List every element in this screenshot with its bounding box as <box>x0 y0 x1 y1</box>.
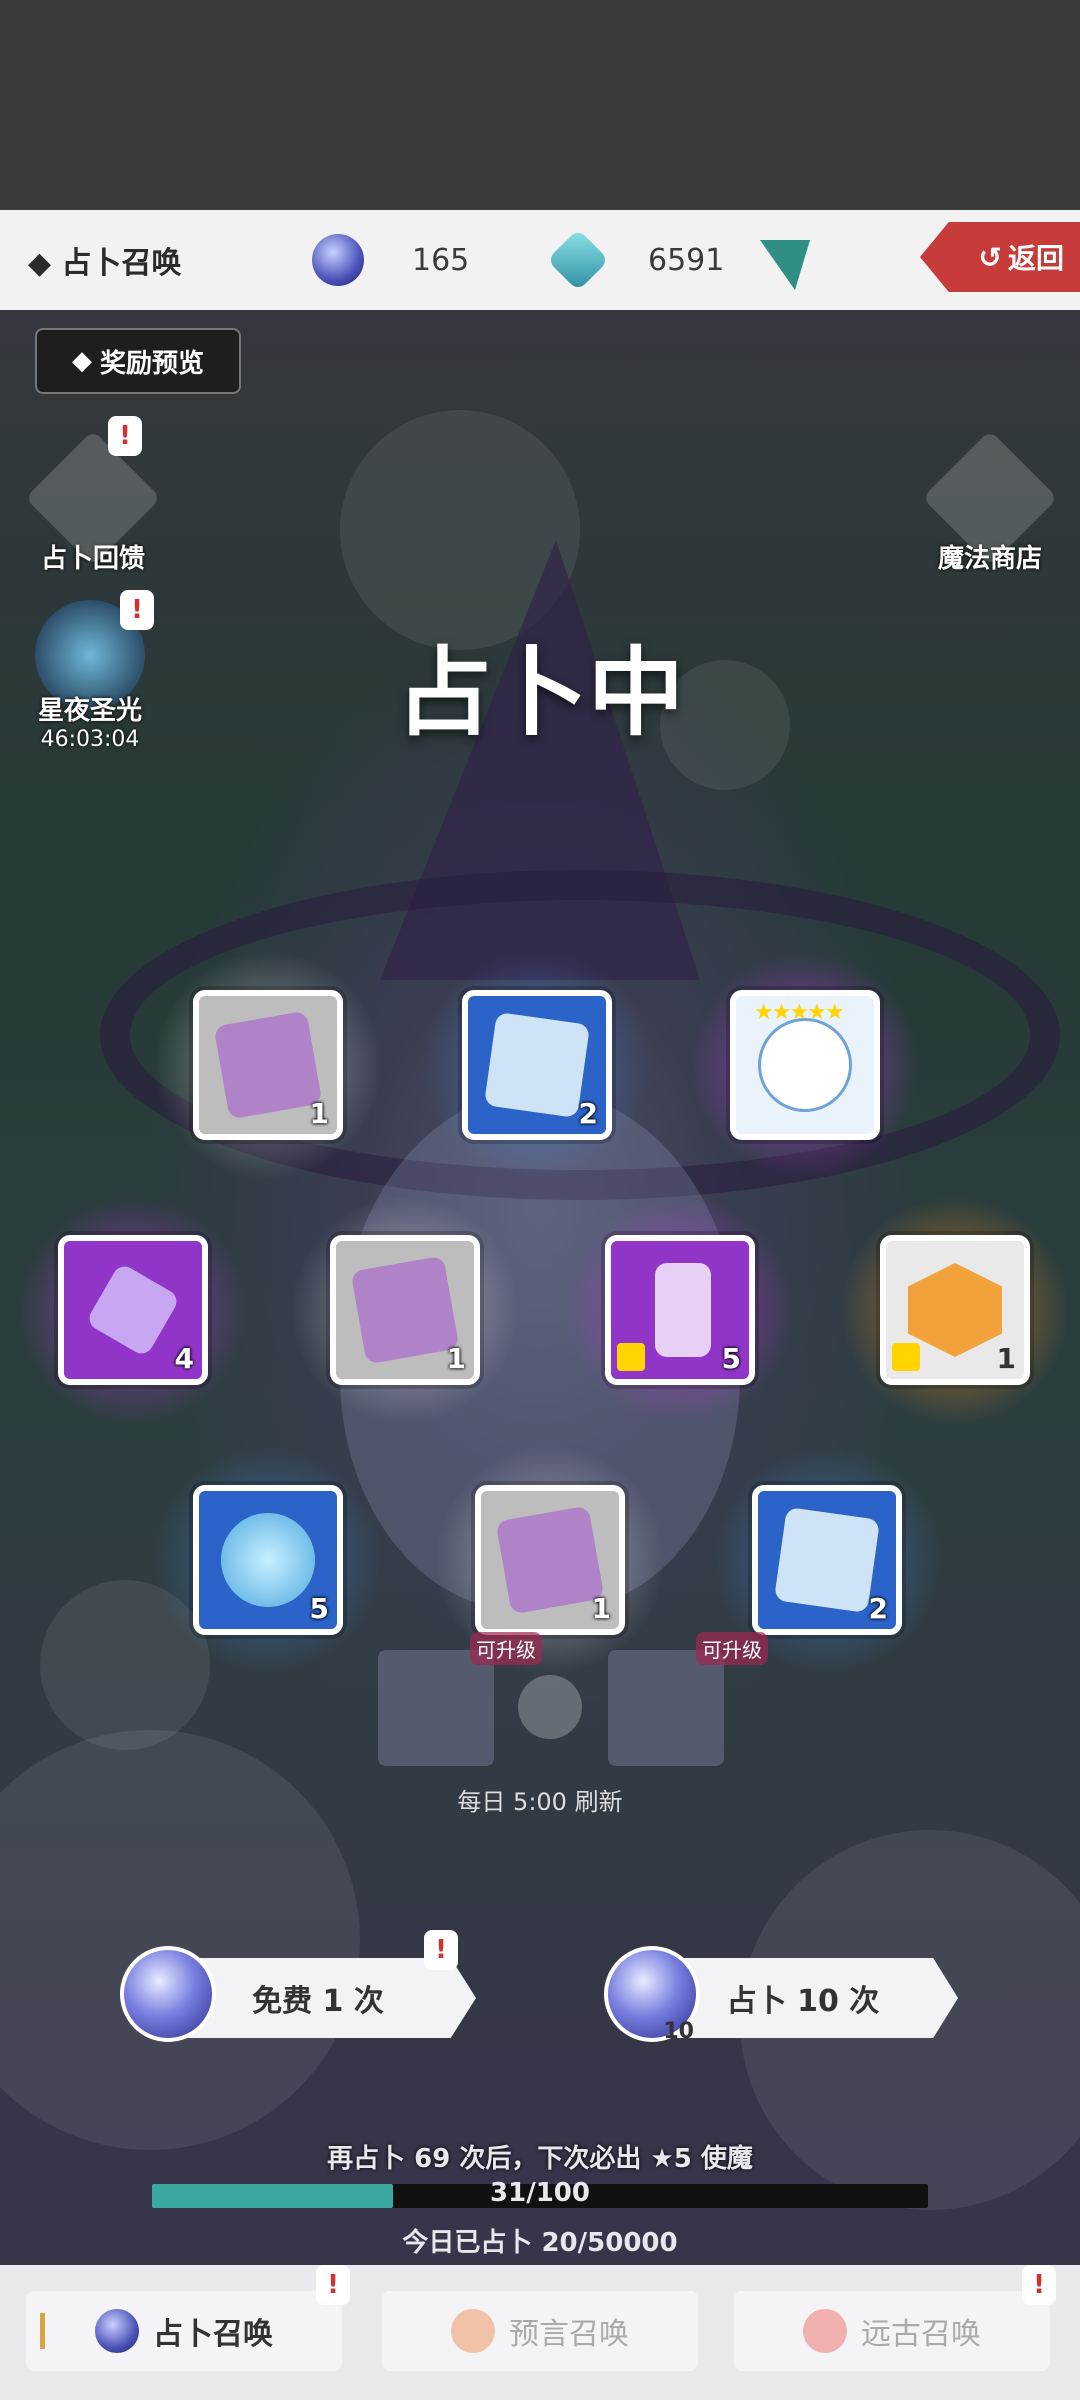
purple-shard-icon <box>655 1263 711 1357</box>
add-gem-icon[interactable] <box>760 240 810 290</box>
reward-card[interactable]: 1 <box>880 1235 1030 1385</box>
today-count-text: 今日已占卜 20/50000 <box>402 2228 678 2258</box>
top-bar: ◆ 占卜召唤 165 6591 ↺ 返回 <box>0 210 1080 310</box>
pity-text: 再占卜 69 次后，下次必出 ★5 使魔 <box>327 2144 753 2174</box>
reward-count: 1 <box>591 1592 611 1625</box>
tab-label: 占卜召唤 <box>153 2317 273 2352</box>
tab-label: 远古召唤 <box>861 2317 981 2352</box>
reward-count: 2 <box>868 1592 888 1625</box>
gem-icon <box>546 228 610 292</box>
reward-count: 1 <box>309 1097 329 1130</box>
tab-ancient-summon[interactable]: 远古召唤 <box>734 2291 1050 2371</box>
divining-status-text: 占卜中 <box>396 637 684 749</box>
reward-card[interactable]: 1 <box>475 1485 625 1635</box>
bottom-nav: 占卜召唤 ! 预言召唤 远古召唤 ! <box>0 2265 1080 2400</box>
reward-preview-label: 奖励预览 <box>99 348 204 379</box>
reward-count: 5 <box>721 1342 741 1375</box>
tarot-card-icon <box>495 1505 605 1615</box>
reward-card[interactable]: 5 <box>193 1485 343 1635</box>
reward-count: 2 <box>578 1097 598 1130</box>
crystal-ball-icon <box>120 1946 216 2042</box>
featured-character-card[interactable] <box>378 1650 494 1766</box>
reward-card[interactable]: 2 <box>752 1485 902 1635</box>
reward-card[interactable]: 4 <box>58 1235 208 1385</box>
summon-ten-label: 占卜 10 次 <box>726 1984 880 2019</box>
reward-count: 1 <box>996 1342 1016 1375</box>
fragment-chip-icon <box>617 1343 645 1371</box>
purple-crystal-icon <box>85 1262 181 1358</box>
free-summon-label: 免费 1 次 <box>252 1984 384 2019</box>
reward-card[interactable]: 1 <box>330 1235 480 1385</box>
star-rating: ★★★★★ <box>754 1000 845 1025</box>
reward-count: 1 <box>446 1342 466 1375</box>
summon-scene: ◆ 奖励预览 占卜回馈 ! 星夜圣光 46:03:04 ! 魔法商店 占卜中 1… <box>0 310 1080 2265</box>
reward-card[interactable]: 5 <box>605 1235 755 1385</box>
bunny-character-icon <box>758 1018 852 1112</box>
reward-card[interactable]: ★★★★★ <box>730 990 880 1140</box>
pity-progress-text: 31/100 <box>490 2178 590 2208</box>
blue-scroll-icon <box>773 1506 881 1614</box>
crystal-ball-icon <box>95 2309 139 2353</box>
notification-badge: ! <box>1022 2265 1056 2305</box>
notification-badge: ! <box>316 2265 350 2305</box>
crystal-ball-resource[interactable]: 165 <box>312 230 469 290</box>
tab-label: 预言召唤 <box>509 2317 629 2352</box>
orb-count: 10 <box>663 2019 694 2044</box>
alert-diamond-icon: ◆ <box>71 346 92 376</box>
tab-divination-summon[interactable]: 占卜召唤 <box>26 2291 342 2371</box>
magic-shop-button[interactable]: 魔法商店 <box>920 430 1060 575</box>
page-title: ◆ 占卜召唤 <box>28 246 182 281</box>
crystal-ball-count: 165 <box>412 242 470 278</box>
daily-refresh-text: 每日 5:00 刷新 <box>457 1788 623 1816</box>
reward-count: 5 <box>309 1592 329 1625</box>
upgradable-badge: 可升级 <box>470 1632 542 1665</box>
blue-flame-icon <box>221 1513 315 1607</box>
back-arrow-icon: ↺ <box>978 240 1002 274</box>
back-button[interactable]: ↺ 返回 <box>920 222 1080 292</box>
reward-card[interactable]: 1 <box>193 990 343 1140</box>
tab-prophecy-summon[interactable]: 预言召唤 <box>382 2291 698 2371</box>
status-bar-area <box>0 0 1080 210</box>
back-label: 返回 <box>1007 242 1064 275</box>
ancient-orb-icon <box>803 2309 847 2353</box>
upgradable-badge: 可升级 <box>696 1632 768 1665</box>
gem-resource[interactable]: 6591 <box>546 228 725 292</box>
tarot-card-icon <box>213 1010 323 1120</box>
reward-preview-button[interactable]: ◆ 奖励预览 <box>35 328 241 394</box>
featured-character-card[interactable] <box>608 1650 724 1766</box>
reward-count: 4 <box>174 1342 194 1375</box>
reward-card[interactable]: 2 <box>462 990 612 1140</box>
crystal-ball-icon: 10 <box>604 1946 700 2044</box>
hero-shard-icon <box>908 1263 1002 1357</box>
notification-badge: ! <box>108 416 142 456</box>
active-indicator <box>40 2313 45 2349</box>
blue-scroll-icon <box>483 1011 591 1119</box>
gem-count: 6591 <box>648 242 725 278</box>
notification-badge: ! <box>424 1930 458 1970</box>
prophecy-orb-icon <box>451 2309 495 2353</box>
fragment-chip-icon <box>892 1343 920 1371</box>
tarot-card-icon <box>350 1255 460 1365</box>
divination-feedback-button[interactable]: 占卜回馈 <box>25 430 161 575</box>
swap-icon[interactable] <box>518 1675 582 1739</box>
crystal-ball-icon <box>312 234 364 286</box>
